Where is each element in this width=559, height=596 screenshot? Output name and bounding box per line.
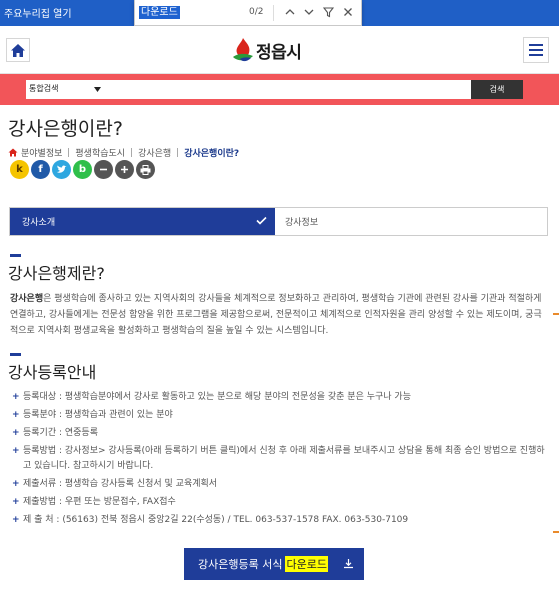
home-icon — [11, 43, 25, 57]
intro-lead: 강사은행 — [10, 294, 44, 304]
section-heading: 강사은행제란? — [8, 264, 105, 283]
zoom-out-icon[interactable] — [94, 160, 113, 179]
list-item-text: 제출방법 : 우편 또는 방문접수, FAX접수 — [23, 497, 176, 507]
breadcrumb-item[interactable]: 분야별정보 — [21, 146, 62, 159]
search-input[interactable] — [108, 80, 468, 99]
logo-text: 정읍시 — [256, 42, 302, 63]
filter-icon — [322, 6, 334, 17]
tab-label: 강사소개 — [22, 218, 56, 228]
list-item: + 등록분야 : 평생학습과 관련이 있는 분야 — [12, 408, 552, 423]
browser-top-bar: 주요누리집 열기 다운로드 0/2 — [0, 0, 559, 26]
plus-icon: + — [12, 446, 20, 456]
tab-label: 강사정보 — [285, 218, 319, 228]
tab-instructor-intro[interactable]: 강사소개 — [10, 208, 275, 235]
chevron-down-icon — [304, 9, 314, 15]
plus-icon: + — [12, 410, 20, 420]
list-item: + 제 출 처 : (56163) 전북 정읍시 중앙2길 22(수성동) / T… — [12, 513, 552, 528]
minus-icon — [100, 168, 107, 171]
list-item: + 제출방법 : 우편 또는 방문접수, FAX접수 — [12, 495, 552, 510]
facebook-icon[interactable]: f — [31, 160, 50, 179]
list-item: + 제출서류 : 평생학습 강사등록 신청서 및 교육계획서 — [12, 477, 552, 492]
list-item: + 등록방법 : 강사정보> 강사등록(아래 등록하기 버튼 클릭)에서 신청 후… — [12, 444, 552, 474]
find-divider — [273, 5, 274, 21]
intro-text: 은 평생학습에 종사하고 있는 지역사회의 강사들을 체계적으로 정보화하고 관… — [10, 294, 542, 336]
plus-icon: + — [12, 479, 20, 489]
intro-paragraph: 강사은행은 평생학습에 종사하고 있는 지역사회의 강사들을 체계적으로 정보화… — [10, 291, 550, 339]
home-button[interactable] — [6, 38, 30, 62]
download-highlight: 다운로드 — [285, 556, 328, 572]
find-previous-button[interactable] — [281, 3, 299, 21]
find-close-button[interactable] — [339, 3, 357, 21]
share-toolbar: k f b — [10, 160, 155, 179]
breadcrumb-item[interactable]: 강사은행 — [138, 146, 171, 159]
search-band: 통합검색 검색 — [0, 74, 559, 105]
list-item-text: 제출서류 : 평생학습 강사등록 신청서 및 교육계획서 — [23, 479, 218, 489]
breadcrumb-separator — [68, 148, 70, 157]
printer-icon — [140, 164, 151, 175]
twitter-icon[interactable] — [52, 160, 71, 179]
heading-accent-bar — [10, 353, 21, 356]
content-tabs: 강사소개 강사정보 — [9, 207, 548, 236]
plus-icon — [121, 166, 128, 173]
download-label: 강사은행등록 서식 — [198, 558, 283, 571]
chevron-up-icon — [285, 9, 295, 15]
plus-icon: + — [12, 515, 20, 525]
heading-accent-bar — [10, 254, 21, 257]
find-next-button[interactable] — [300, 3, 318, 21]
registration-info-list: + 등록대상 : 평생학습분야에서 강사로 활동하고 있는 분으로 해당 분야의 … — [12, 390, 552, 531]
tab-instructor-info[interactable]: 강사정보 — [275, 208, 547, 235]
find-filter-button[interactable] — [319, 3, 337, 21]
plus-icon: + — [12, 497, 20, 507]
home-icon[interactable] — [8, 148, 18, 157]
scrollbar-find-marker — [553, 531, 559, 533]
search-scope-select[interactable]: 통합검색 — [29, 83, 58, 94]
close-icon — [344, 8, 352, 16]
list-item-text: 등록대상 : 평생학습분야에서 강사로 활동하고 있는 분으로 해당 분야의 전… — [23, 392, 411, 402]
logo-emblem-icon — [233, 38, 253, 62]
find-input[interactable]: 다운로드 — [139, 6, 180, 19]
list-item-text: 등록방법 : 강사정보> 강사등록(아래 등록하기 버튼 클릭)에서 신청 후 … — [23, 446, 545, 471]
download-form-button[interactable]: 강사은행등록 서식 다운로드 — [184, 548, 364, 580]
plus-icon: + — [12, 428, 20, 438]
search-button[interactable]: 검색 — [471, 80, 523, 99]
band-icon[interactable]: b — [73, 160, 92, 179]
breadcrumb-separator — [131, 148, 133, 157]
print-icon[interactable] — [136, 160, 155, 179]
page-title: 강사은행이란? — [8, 118, 123, 140]
list-item-text: 등록기간 : 연중등록 — [23, 428, 98, 438]
menu-button[interactable] — [523, 37, 549, 63]
breadcrumb: 분야별정보 평생학습도시 강사은행 강사은행이란? — [8, 146, 245, 159]
list-item-text: 등록분야 : 평생학습과 관련이 있는 분야 — [23, 410, 173, 420]
plus-icon: + — [12, 392, 20, 402]
hamburger-menu-icon — [529, 44, 543, 56]
search-box: 통합검색 검색 — [26, 80, 523, 99]
list-item-text: 제 출 처 : (56163) 전북 정읍시 중앙2길 22(수성동) / TE… — [23, 515, 409, 525]
site-header: 정읍시 — [0, 26, 559, 74]
find-count: 0/2 — [249, 7, 264, 17]
list-item: + 등록대상 : 평생학습분야에서 강사로 활동하고 있는 분으로 해당 분야의 … — [12, 390, 552, 405]
site-logo[interactable]: 정읍시 — [232, 34, 302, 66]
scrollbar-find-marker — [553, 313, 559, 315]
section-heading: 강사등록안내 — [8, 363, 97, 382]
breadcrumb-current: 강사은행이란? — [184, 149, 240, 159]
kakaostory-icon[interactable]: k — [10, 160, 29, 179]
find-bar: 다운로드 0/2 — [134, 0, 362, 26]
check-icon — [256, 216, 267, 225]
dropdown-arrow-icon — [94, 87, 101, 92]
zoom-in-icon[interactable] — [115, 160, 134, 179]
breadcrumb-separator — [177, 148, 179, 157]
download-icon — [344, 559, 353, 569]
skip-link[interactable]: 주요누리집 열기 — [4, 5, 72, 20]
bird-icon — [57, 165, 67, 173]
list-item: + 등록기간 : 연중등록 — [12, 426, 552, 441]
breadcrumb-item[interactable]: 평생학습도시 — [75, 146, 125, 159]
